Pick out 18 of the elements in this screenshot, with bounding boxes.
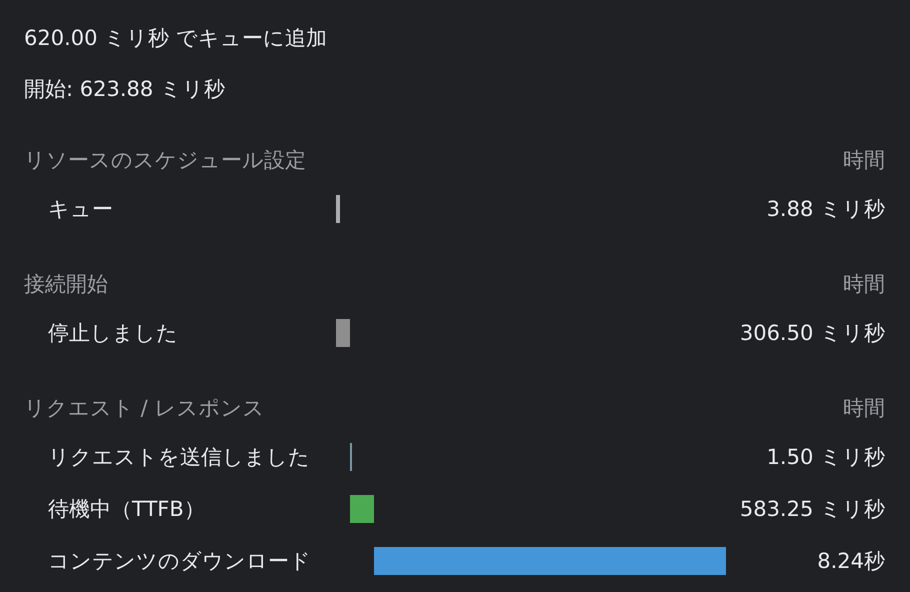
duration-text: 583.25 ミリ秒 bbox=[738, 496, 885, 523]
column-header: 時間 bbox=[843, 271, 885, 298]
section-title: リソースのスケジュール設定 bbox=[24, 147, 306, 174]
duration-text: 306.50 ミリ秒 bbox=[738, 320, 885, 347]
section-title: リクエスト / レスポンス bbox=[24, 395, 264, 422]
summary-text: 開始: 623.88 ミリ秒 bbox=[24, 77, 225, 101]
column-header: 時間 bbox=[843, 395, 885, 422]
phase-label: コンテンツのダウンロード bbox=[47, 548, 312, 575]
section-title: 接続開始 bbox=[24, 271, 108, 298]
duration-text: 8.24秒 bbox=[816, 548, 885, 575]
phase-label: 停止しました bbox=[47, 320, 179, 347]
phase-label: 待機中（TTFB） bbox=[47, 496, 206, 523]
column-header: 時間 bbox=[843, 147, 885, 174]
summary-text: 620.00 ミリ秒 でキューに追加 bbox=[24, 26, 327, 50]
duration-text: 3.88 ミリ秒 bbox=[766, 196, 885, 223]
phase-label: キュー bbox=[47, 196, 114, 223]
duration-text: 1.50 ミリ秒 bbox=[766, 444, 885, 471]
phase-label: リクエストを送信しました bbox=[47, 444, 311, 471]
